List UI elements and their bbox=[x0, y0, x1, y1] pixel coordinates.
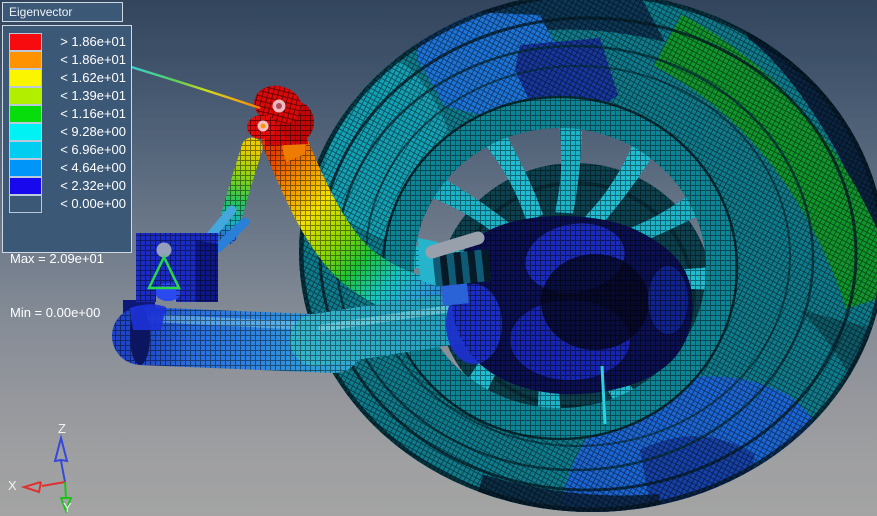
x-axis bbox=[42, 482, 65, 486]
legend-entry: < 4.64e+00 bbox=[9, 159, 126, 177]
z-axis-arrow bbox=[55, 438, 67, 461]
legend-min: Min = 0.00e+00 bbox=[10, 304, 104, 322]
caliper-block bbox=[441, 283, 469, 306]
legend-entry: < 0.00e+00 bbox=[9, 195, 126, 213]
legend-swatch bbox=[9, 105, 42, 123]
legend-swatch bbox=[9, 141, 42, 159]
model-viewport[interactable]: Z X Y Eigenvector > 1.86e+01< 1.86e+01< … bbox=[0, 0, 877, 516]
legend-swatch bbox=[9, 177, 42, 195]
legend-entry: < 2.32e+00 bbox=[9, 177, 126, 195]
legend-entry: < 1.39e+01 bbox=[9, 87, 126, 105]
legend-swatch bbox=[9, 195, 42, 213]
legend-entry: < 1.86e+01 bbox=[9, 51, 126, 69]
x-axis-label: X bbox=[8, 478, 17, 493]
legend-swatch bbox=[9, 51, 42, 69]
x-axis-arrow bbox=[24, 482, 41, 492]
legend-entry: < 9.28e+00 bbox=[9, 123, 126, 141]
legend-entries: > 1.86e+01< 1.86e+01< 1.62e+01< 1.39e+01… bbox=[9, 33, 126, 213]
legend-stats: Max = 2.09e+01 Min = 0.00e+00 bbox=[10, 214, 104, 358]
legend-threshold-label: < 2.32e+00 bbox=[42, 177, 126, 195]
legend-threshold-label: < 1.39e+01 bbox=[42, 87, 126, 105]
legend-swatch bbox=[9, 123, 42, 141]
legend-threshold-label: < 1.62e+01 bbox=[42, 69, 126, 87]
legend-title: Eigenvector bbox=[9, 5, 72, 19]
legend-max: Max = 2.09e+01 bbox=[10, 250, 104, 268]
z-axis-label: Z bbox=[58, 421, 66, 436]
legend-swatch bbox=[9, 33, 42, 51]
legend-swatch bbox=[9, 87, 42, 105]
legend-title-box[interactable]: Eigenvector bbox=[2, 2, 123, 22]
legend-threshold-label: < 0.00e+00 bbox=[42, 195, 126, 213]
y-axis-label: Y bbox=[63, 500, 72, 515]
legend-panel[interactable]: > 1.86e+01< 1.86e+01< 1.62e+01< 1.39e+01… bbox=[2, 25, 132, 253]
bracket-mesh bbox=[136, 233, 218, 302]
legend-entry: < 1.62e+01 bbox=[9, 69, 126, 87]
legend-swatch bbox=[9, 159, 42, 177]
legend-threshold-label: < 4.64e+00 bbox=[42, 159, 126, 177]
axis-triad: Z X Y bbox=[8, 421, 72, 515]
legend-entry: < 1.16e+01 bbox=[9, 105, 126, 123]
tube-cap-patch bbox=[130, 304, 166, 330]
legend-swatch bbox=[9, 69, 42, 87]
legend-entry: < 6.96e+00 bbox=[9, 141, 126, 159]
legend-threshold-label: < 9.28e+00 bbox=[42, 123, 126, 141]
spring-element-line bbox=[128, 66, 260, 108]
legend-threshold-label: < 1.86e+01 bbox=[42, 51, 126, 69]
legend-threshold-label: < 6.96e+00 bbox=[42, 141, 126, 159]
legend-threshold-label: < 1.16e+01 bbox=[42, 105, 126, 123]
z-axis bbox=[61, 461, 65, 482]
hub-mesh-overlay bbox=[452, 216, 693, 394]
knuckle-bore-center bbox=[276, 103, 282, 109]
y-axis bbox=[65, 482, 66, 498]
legend-threshold-label: > 1.86e+01 bbox=[42, 33, 126, 51]
knuckle-bore-center bbox=[261, 124, 266, 129]
legend-entry: > 1.86e+01 bbox=[9, 33, 126, 51]
